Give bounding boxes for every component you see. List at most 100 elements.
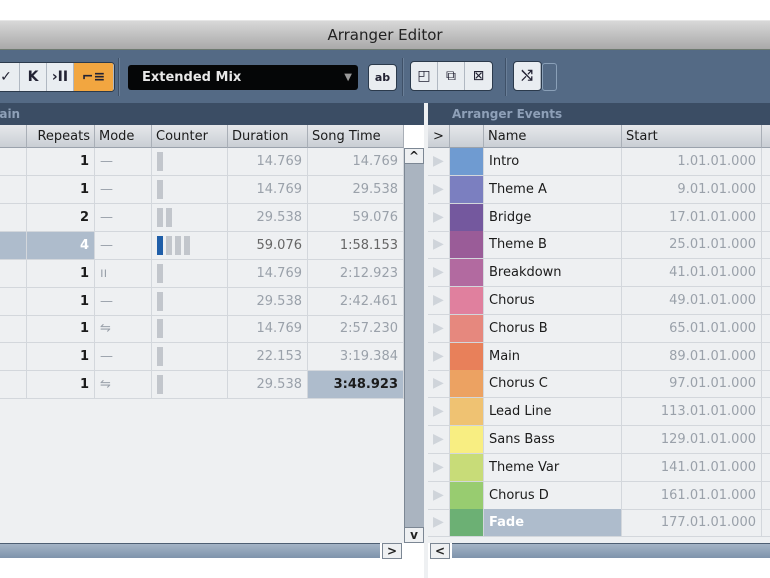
- mode-cell[interactable]: ⇋: [95, 315, 152, 343]
- mode-cell[interactable]: —: [95, 231, 152, 259]
- color-swatch[interactable]: [450, 314, 484, 342]
- color-swatch[interactable]: [450, 453, 484, 481]
- event-start-cell[interactable]: 41.01.01.000: [622, 259, 762, 287]
- event-start-cell[interactable]: 177.01.01.000: [622, 509, 762, 537]
- list-item[interactable]: ▶ Fade 177.01.01.000: [428, 509, 770, 538]
- column-header-repeats[interactable]: Repeats: [27, 125, 95, 148]
- mode-cell[interactable]: —: [95, 175, 152, 203]
- table-row[interactable]: 1 ıı 14.769 2:12.923: [0, 259, 404, 288]
- list-item[interactable]: ▶ Chorus C 97.01.01.000: [428, 370, 770, 399]
- chain-vertical-scrollbar[interactable]: ^ v: [404, 148, 424, 543]
- mode-cell[interactable]: —: [95, 148, 152, 175]
- table-row[interactable]: 1 ⇋ 14.769 2:57.230: [0, 315, 404, 344]
- event-start-cell[interactable]: 141.01.01.000: [622, 453, 762, 481]
- row-index-cell[interactable]: [0, 203, 27, 231]
- expand-arrow-icon[interactable]: ▶: [428, 287, 450, 314]
- table-row[interactable]: 1— 22.153 3:19.384: [0, 343, 404, 372]
- event-start-cell[interactable]: 1.01.01.000: [622, 148, 762, 175]
- row-index-cell[interactable]: [0, 343, 27, 371]
- column-header-mode[interactable]: Mode: [95, 125, 152, 148]
- event-name-cell[interactable]: Main: [484, 342, 622, 370]
- expand-arrow-icon[interactable]: ▶: [428, 398, 450, 426]
- mode-cell[interactable]: —: [95, 203, 152, 231]
- table-row[interactable]: 1— 29.538 2:42.461: [0, 287, 404, 316]
- color-swatch[interactable]: [450, 148, 484, 175]
- row-index-cell[interactable]: [0, 231, 27, 259]
- column-header-more[interactable]: [762, 125, 770, 148]
- list-item[interactable]: ▶ Breakdown 41.01.01.000: [428, 259, 770, 288]
- activate-chain-button[interactable]: ✓: [0, 63, 20, 91]
- repeats-cell[interactable]: 1: [27, 315, 95, 343]
- column-header-expand[interactable]: >: [428, 125, 450, 148]
- duplicate-icon[interactable]: ⧉: [438, 62, 465, 90]
- window-icon[interactable]: ◰: [411, 62, 438, 90]
- list-item[interactable]: ▶ Main 89.01.01.000: [428, 342, 770, 371]
- expand-arrow-icon[interactable]: ▶: [428, 481, 450, 509]
- event-name-cell[interactable]: Chorus B: [484, 314, 622, 342]
- table-row[interactable]: 1— 14.769 29.538: [0, 175, 404, 204]
- event-name-cell[interactable]: Breakdown: [484, 259, 622, 287]
- list-item[interactable]: ▶ Theme A 9.01.01.000: [428, 175, 770, 204]
- color-swatch[interactable]: [450, 509, 484, 537]
- event-start-cell[interactable]: 129.01.01.000: [622, 426, 762, 453]
- table-row[interactable]: 2— 29.538 59.076: [0, 203, 404, 232]
- arranger-mode-button[interactable]: ⌐≡: [74, 63, 114, 91]
- repeats-cell[interactable]: 1: [27, 343, 95, 371]
- event-name-cell[interactable]: Theme B: [484, 231, 622, 259]
- repeats-cell[interactable]: 1: [27, 175, 95, 203]
- expand-arrow-icon[interactable]: ▶: [428, 203, 450, 231]
- color-swatch[interactable]: [450, 342, 484, 370]
- scroll-left-button[interactable]: <: [430, 543, 450, 559]
- expand-arrow-icon[interactable]: ▶: [428, 509, 450, 537]
- repeats-cell[interactable]: 4: [27, 231, 95, 259]
- mode-cell[interactable]: ıı: [95, 259, 152, 287]
- event-name-cell[interactable]: Theme A: [484, 175, 622, 203]
- row-index-cell[interactable]: [0, 259, 27, 287]
- expand-arrow-icon[interactable]: ▶: [428, 231, 450, 259]
- event-name-cell[interactable]: Theme Var: [484, 453, 622, 481]
- table-row[interactable]: 4— 59.076 1:58.153: [0, 231, 404, 260]
- table-row[interactable]: 1— 14.769 14.769: [0, 148, 404, 176]
- list-item[interactable]: ▶ Theme B 25.01.01.000: [428, 231, 770, 260]
- color-swatch[interactable]: [450, 259, 484, 287]
- event-start-cell[interactable]: 161.01.01.000: [622, 481, 762, 509]
- rename-icon[interactable]: ab: [369, 65, 396, 90]
- expand-arrow-icon[interactable]: ▶: [428, 370, 450, 398]
- list-item[interactable]: ▶ Chorus D 161.01.01.000: [428, 481, 770, 510]
- event-start-cell[interactable]: 9.01.01.000: [622, 175, 762, 203]
- chain-horizontal-scrollbar[interactable]: [0, 543, 380, 558]
- expand-arrow-icon[interactable]: ▶: [428, 342, 450, 370]
- chain-select[interactable]: Extended Mix ▼: [128, 65, 358, 90]
- scroll-down-button[interactable]: v: [404, 527, 424, 543]
- list-item[interactable]: ▶ Chorus B 65.01.01.000: [428, 314, 770, 343]
- event-name-cell[interactable]: Chorus: [484, 287, 622, 314]
- event-name-cell[interactable]: Fade: [484, 509, 622, 537]
- column-header-name[interactable]: Name: [484, 125, 622, 148]
- event-name-cell[interactable]: Sans Bass: [484, 426, 622, 453]
- event-name-cell[interactable]: Chorus C: [484, 370, 622, 398]
- column-header-song-time[interactable]: Song Time: [308, 125, 404, 148]
- color-swatch[interactable]: [450, 398, 484, 426]
- column-header-start[interactable]: Start: [622, 125, 762, 148]
- list-item[interactable]: ▶ Intro 1.01.01.000: [428, 148, 770, 176]
- list-item[interactable]: ▶ Bridge 17.01.01.000: [428, 203, 770, 232]
- event-start-cell[interactable]: 17.01.01.000: [622, 203, 762, 231]
- go-to-start-button[interactable]: K: [20, 63, 47, 91]
- color-swatch[interactable]: [450, 175, 484, 203]
- event-name-cell[interactable]: Chorus D: [484, 481, 622, 509]
- repeats-cell[interactable]: 1: [27, 371, 95, 399]
- expand-arrow-icon[interactable]: ▶: [428, 148, 450, 175]
- event-start-cell[interactable]: 25.01.01.000: [622, 231, 762, 259]
- scroll-up-button[interactable]: ^: [404, 148, 424, 164]
- row-index-cell[interactable]: [0, 148, 27, 175]
- row-index-cell[interactable]: [0, 287, 27, 315]
- mode-cell[interactable]: —: [95, 287, 152, 315]
- mode-cell[interactable]: ⇋: [95, 371, 152, 399]
- expand-arrow-icon[interactable]: ▶: [428, 314, 450, 342]
- event-start-cell[interactable]: 113.01.01.000: [622, 398, 762, 426]
- expand-arrow-icon[interactable]: ▶: [428, 175, 450, 203]
- list-item[interactable]: ▶ Sans Bass 129.01.01.000: [428, 426, 770, 454]
- event-start-cell[interactable]: 89.01.01.000: [622, 342, 762, 370]
- repeats-cell[interactable]: 2: [27, 203, 95, 231]
- resize-handle[interactable]: [542, 63, 557, 91]
